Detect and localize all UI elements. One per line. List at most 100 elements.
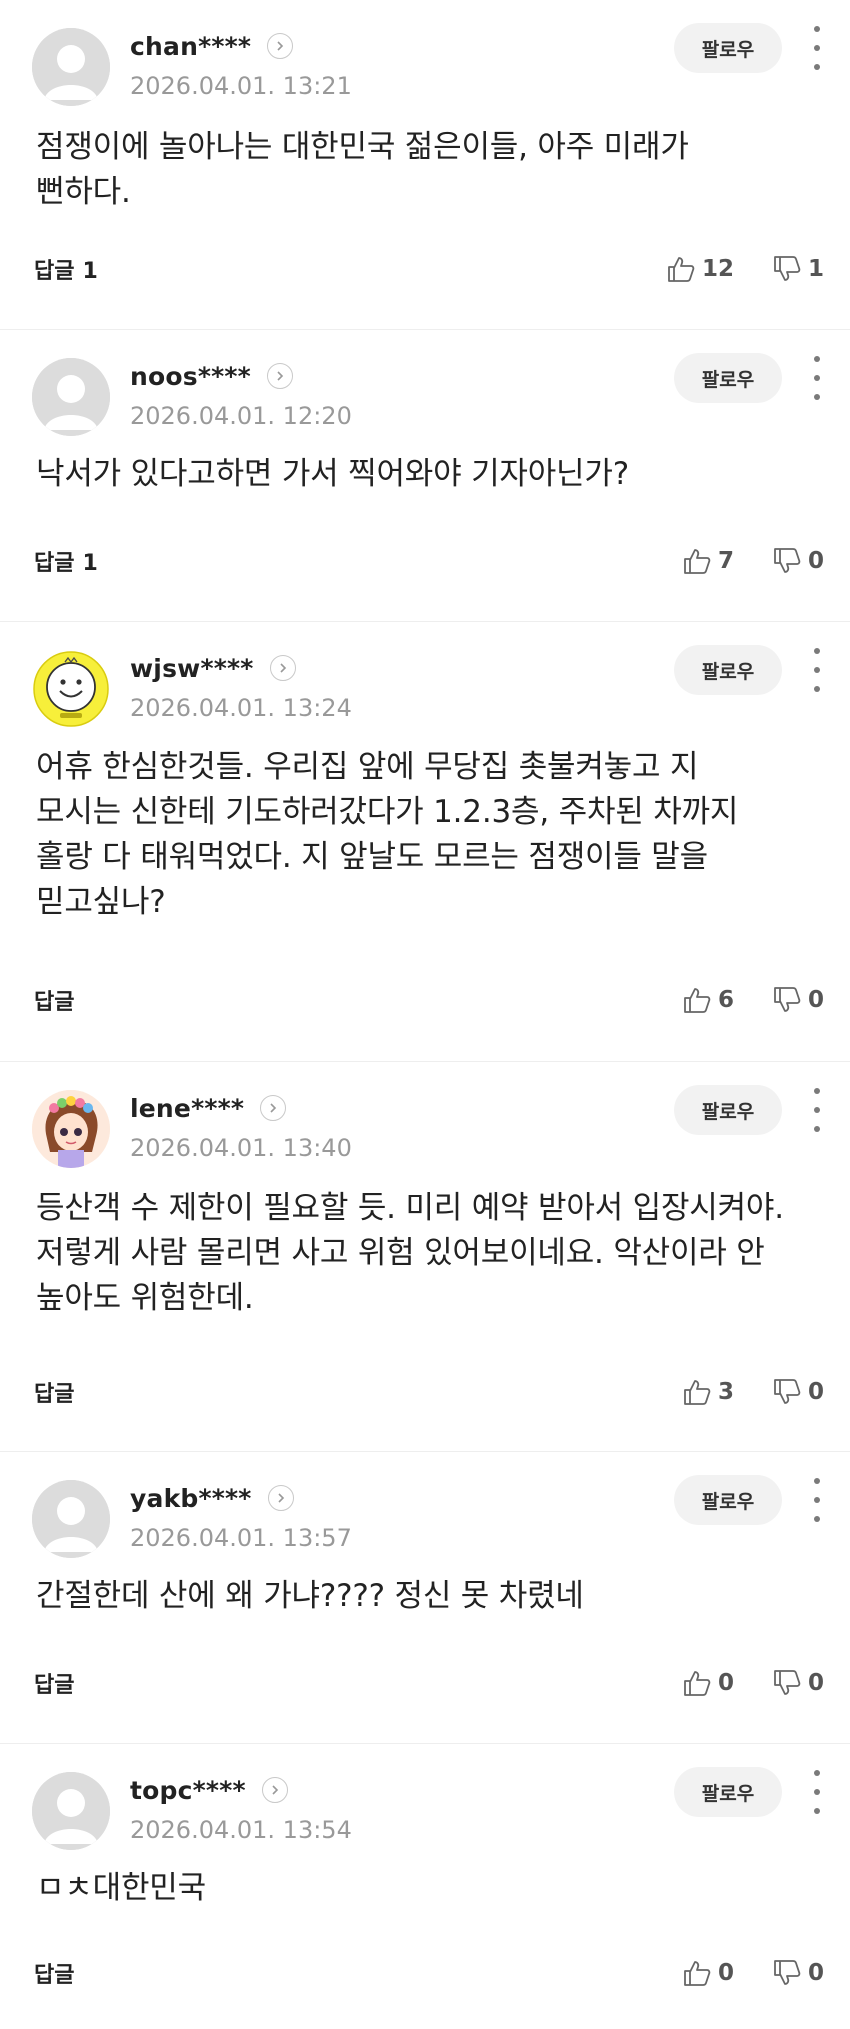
- timestamp: 2026.04.01. 13:24: [130, 694, 352, 722]
- username[interactable]: lene****: [130, 1094, 244, 1123]
- more-options-icon[interactable]: [810, 648, 824, 692]
- follow-button[interactable]: 팔로우: [674, 1475, 782, 1525]
- timestamp: 2026.04.01. 13:57: [130, 1524, 352, 1552]
- default-avatar-icon[interactable]: [32, 1772, 110, 1850]
- thumbs-down-icon: [774, 987, 801, 1012]
- username[interactable]: chan****: [130, 32, 251, 61]
- like-count: 6: [717, 987, 734, 1013]
- user-row: yakb****: [130, 1480, 294, 1516]
- thumbs-up-icon: [668, 257, 695, 282]
- chevron-right-icon[interactable]: [261, 1777, 288, 1803]
- more-options-icon[interactable]: [810, 356, 824, 400]
- reply-count: 1: [82, 259, 98, 284]
- thumbs-down-icon: [774, 256, 801, 281]
- default-avatar-icon[interactable]: [32, 1480, 110, 1558]
- like-count: 0: [717, 1670, 734, 1696]
- like-button[interactable]: 7: [682, 546, 734, 576]
- reply-button[interactable]: 답글 1: [34, 253, 98, 285]
- comment-footer: 답글 6 0: [34, 980, 824, 1020]
- reply-count: 1: [82, 551, 98, 576]
- like-button[interactable]: 12: [666, 254, 734, 284]
- more-options-icon[interactable]: [810, 26, 824, 70]
- like-button[interactable]: 0: [682, 1668, 734, 1698]
- comment-item: noos**** 2026.04.01. 12:20 팔로우 낙서가 있다고하면…: [0, 330, 850, 622]
- dislike-count: 1: [807, 256, 824, 282]
- dislike-button[interactable]: 0: [772, 546, 824, 576]
- timestamp: 2026.04.01. 13:21: [130, 72, 352, 100]
- thumbs-up-icon: [684, 988, 711, 1013]
- username[interactable]: noos****: [130, 362, 251, 391]
- thumbs-up-icon: [684, 549, 711, 574]
- comment-item: lene**** 2026.04.01. 13:40 팔로우 등산객 수 제한이…: [0, 1062, 850, 1452]
- reply-button[interactable]: 답글: [34, 1376, 82, 1408]
- thumbs-down-icon: [774, 1670, 801, 1695]
- thumbs-down-icon: [774, 548, 801, 573]
- comment-footer: 답글 1 12 1: [34, 249, 824, 289]
- follow-button[interactable]: 팔로우: [674, 645, 782, 695]
- comment-footer: 답글 0 0: [34, 1663, 824, 1703]
- comment-text: 낙서가 있다고하면 가서 찍어와야 기자아닌가?: [36, 456, 629, 492]
- user-row: wjsw****: [130, 650, 296, 686]
- girl-avatar-icon[interactable]: [32, 1090, 110, 1168]
- reply-button[interactable]: 답글: [34, 984, 82, 1016]
- reply-button[interactable]: 답글: [34, 1667, 82, 1699]
- dislike-button[interactable]: 0: [772, 985, 824, 1015]
- dislike-count: 0: [807, 548, 824, 574]
- dislike-count: 0: [807, 1960, 824, 1986]
- thumbs-up-icon: [684, 1380, 711, 1405]
- comment-text: 점쟁이에 놀아나는 대한민국 젊은이들, 아주 미래가 뻔하다.: [36, 129, 689, 210]
- dislike-button[interactable]: 0: [772, 1377, 824, 1407]
- thumbs-down-icon: [774, 1379, 801, 1404]
- comment-item: wjsw**** 2026.04.01. 13:24 팔로우 어휴 한심한것들.…: [0, 622, 850, 1062]
- comment-item: yakb**** 2026.04.01. 13:57 팔로우 간절한데 산에 왜…: [0, 1452, 850, 1744]
- follow-button[interactable]: 팔로우: [674, 1085, 782, 1135]
- user-row: topc****: [130, 1772, 288, 1808]
- timestamp: 2026.04.01. 13:40: [130, 1134, 352, 1162]
- thumbs-up-icon: [684, 1961, 711, 1986]
- like-button[interactable]: 6: [682, 985, 734, 1015]
- timestamp: 2026.04.01. 13:54: [130, 1816, 352, 1844]
- more-options-icon[interactable]: [810, 1478, 824, 1522]
- username[interactable]: yakb****: [130, 1484, 252, 1513]
- chevron-right-icon[interactable]: [260, 1095, 287, 1121]
- default-avatar-icon[interactable]: [32, 28, 110, 106]
- username[interactable]: wjsw****: [130, 654, 254, 683]
- dislike-button[interactable]: 1: [772, 254, 824, 284]
- dislike-button[interactable]: 0: [772, 1958, 824, 1988]
- chevron-right-icon[interactable]: [266, 363, 293, 389]
- dislike-count: 0: [807, 1379, 824, 1405]
- default-avatar-icon[interactable]: [32, 358, 110, 436]
- dislike-count: 0: [807, 1670, 824, 1696]
- follow-button[interactable]: 팔로우: [674, 23, 782, 73]
- comment-footer: 답글 3 0: [34, 1372, 824, 1412]
- comment-footer: 답글 0 0: [34, 1953, 824, 1993]
- comment-text: 등산객 수 제한이 필요할 듯. 미리 예약 받아서 입장시켜야. 저렇게 사람…: [36, 1190, 784, 1316]
- comment-footer: 답글 1 7 0: [34, 541, 824, 581]
- follow-button[interactable]: 팔로우: [674, 353, 782, 403]
- comment-text: 어휴 한심한것들. 우리집 앞에 무당집 촛불켜놓고 지 모시는 신한테 기도하…: [36, 749, 739, 920]
- chevron-right-icon[interactable]: [267, 1485, 294, 1511]
- like-count: 0: [717, 1960, 734, 1986]
- more-options-icon[interactable]: [810, 1770, 824, 1814]
- thumbs-down-icon: [774, 1960, 801, 1985]
- user-row: noos****: [130, 358, 293, 394]
- like-button[interactable]: 3: [682, 1377, 734, 1407]
- like-button[interactable]: 0: [682, 1958, 734, 1988]
- thumbs-up-icon: [684, 1671, 711, 1696]
- username[interactable]: topc****: [130, 1776, 246, 1805]
- timestamp: 2026.04.01. 12:20: [130, 402, 352, 430]
- user-row: lene****: [130, 1090, 287, 1126]
- like-count: 7: [717, 548, 734, 574]
- more-options-icon[interactable]: [810, 1088, 824, 1132]
- smiley-avatar-icon[interactable]: [32, 650, 110, 728]
- reply-button[interactable]: 답글 1: [34, 545, 98, 577]
- chevron-right-icon[interactable]: [269, 655, 296, 681]
- comment-text: ㅁㅊ대한민국: [36, 1870, 206, 1906]
- reply-button[interactable]: 답글: [34, 1957, 82, 1989]
- follow-button[interactable]: 팔로우: [674, 1767, 782, 1817]
- chevron-right-icon[interactable]: [267, 33, 294, 59]
- comment-list: chan**** 2026.04.01. 13:21 팔로우 점쟁이에 놀아나는…: [0, 0, 850, 2029]
- dislike-button[interactable]: 0: [772, 1668, 824, 1698]
- user-row: chan****: [130, 28, 294, 64]
- comment-item: topc**** 2026.04.01. 13:54 팔로우 ㅁㅊ대한민국 답글…: [0, 1744, 850, 2029]
